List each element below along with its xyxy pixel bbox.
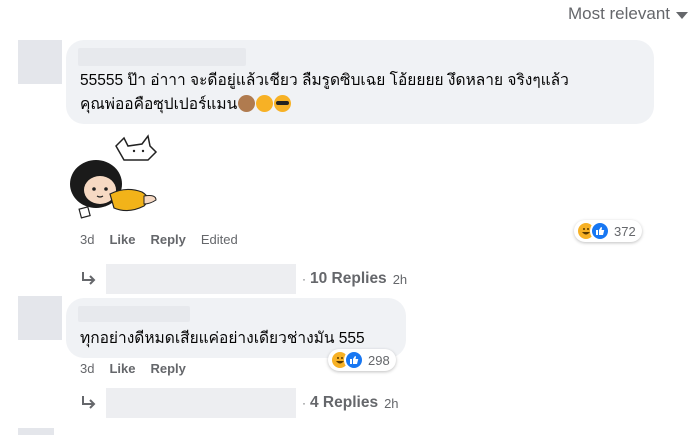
comment-time[interactable]: 3d (80, 361, 94, 376)
author-name[interactable] (78, 306, 190, 322)
reply-arrow-icon (82, 272, 96, 285)
replies-count-label[interactable]: 4 Replies (310, 394, 378, 412)
comment-text: 55555 ป๊า อ่าาา จะดีอยู่แล้วเชียว ลืมรูด… (80, 69, 650, 117)
comment-text-line: 55555 ป๊า อ่าาา จะดีอยู่แล้วเชียว ลืมรูด… (80, 72, 569, 89)
reply-avatars (106, 264, 296, 294)
like-reaction-icon (590, 221, 610, 241)
comment-actions: 3d Like Reply Edited (80, 232, 238, 247)
comment-actions: 3d Like Reply (80, 361, 186, 376)
reply-avatars (106, 388, 296, 418)
sunglasses-icon (274, 95, 292, 112)
comment-time[interactable]: 3d (80, 232, 94, 247)
sort-dropdown[interactable]: Most relevant (568, 4, 688, 24)
like-button[interactable]: Like (109, 361, 135, 376)
like-button[interactable]: Like (109, 232, 135, 247)
chevron-down-icon (676, 12, 688, 19)
reaction-summary[interactable]: 298 (328, 349, 396, 371)
replies-count-label[interactable]: 10 Replies (310, 270, 387, 288)
edited-label: Edited (200, 232, 238, 247)
rolling-laughing-icon (256, 95, 274, 112)
avatar[interactable] (18, 40, 62, 84)
replies-time: 2h (392, 271, 408, 287)
see-no-evil-monkey-icon (238, 95, 256, 112)
view-replies-link[interactable]: · 4 Replies 2h (80, 388, 399, 418)
avatar[interactable] (18, 296, 62, 340)
reaction-count: 298 (368, 352, 390, 368)
cat-doodle-icon (115, 134, 158, 161)
reply-button[interactable]: Reply (150, 361, 185, 376)
reply-button[interactable]: Reply (150, 232, 185, 247)
sort-label: Most relevant (567, 4, 670, 23)
view-replies-link[interactable]: · 10 Replies 2h (80, 264, 407, 294)
comment-text: ทุกอย่างดีหมดเสียแค่อย่างเดียวช่างมัน 55… (80, 330, 365, 347)
cartoon-kid-sticker (70, 134, 158, 219)
replies-time: 2h (384, 395, 399, 411)
reaction-count: 372 (614, 223, 636, 239)
like-reaction-icon (344, 350, 364, 370)
comment-text-line: คุณพ่ออคือซุปเปอร์แมน (80, 93, 650, 117)
avatar (18, 428, 54, 435)
reply-arrow-icon (82, 396, 96, 409)
reaction-summary[interactable]: 372 (574, 220, 642, 242)
author-name[interactable] (78, 48, 246, 66)
